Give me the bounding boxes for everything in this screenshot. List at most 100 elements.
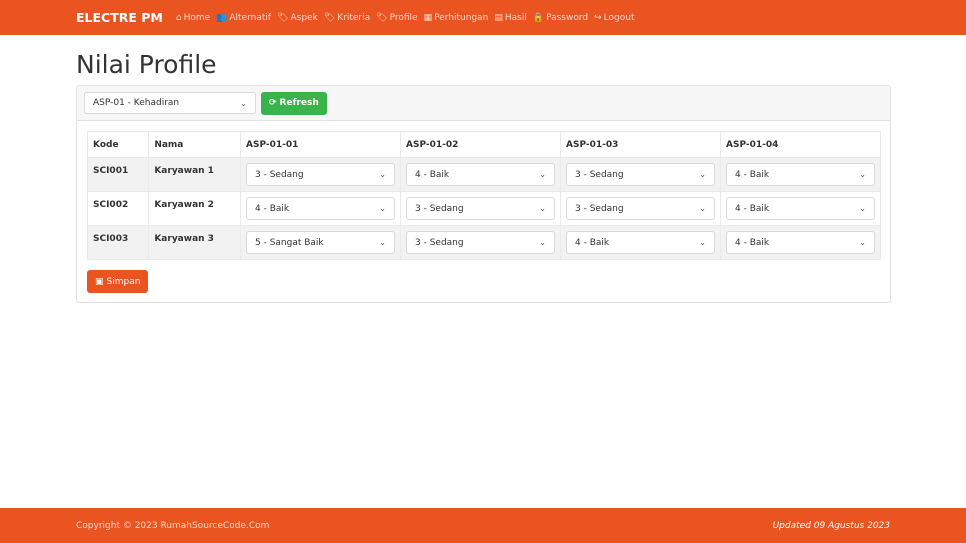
table-row: SCI002 Karyawan 2 4 - Baik ⌄ 3 - Sedang ⌄ … bbox=[86, 191, 881, 226]
save-icon: ▣ bbox=[95, 276, 104, 287]
column-header-asp-01-04: ASP-01-04 bbox=[720, 131, 881, 158]
value-select[interactable]: 4 - Baik ⌄ bbox=[406, 163, 555, 186]
row-kode: SCI001 bbox=[86, 157, 150, 192]
value-select[interactable]: 4 - Baik ⌄ bbox=[566, 231, 715, 254]
tags-icon: 🏷 bbox=[376, 12, 388, 23]
value-select[interactable]: 3 - Sedang ⌄ bbox=[246, 163, 395, 186]
tag-icon: 🏷 bbox=[277, 12, 289, 23]
value-cell: 4 - Baik ⌄ bbox=[720, 225, 881, 260]
value-select-text: 4 - Baik bbox=[735, 169, 770, 180]
tags-icon: 🏷 bbox=[323, 12, 336, 23]
value-cell: 4 - Baik ⌄ bbox=[720, 191, 881, 226]
nav-item-label: Perhitungan bbox=[434, 12, 489, 23]
value-select[interactable]: 4 - Baik ⌄ bbox=[726, 197, 875, 220]
copyright-text: Copyright © 2023 RumahSourceCode.Com bbox=[76, 520, 270, 531]
column-header-asp-01-03: ASP-01-03 bbox=[560, 131, 721, 158]
value-cell: 4 - Baik ⌄ bbox=[560, 225, 721, 260]
value-select[interactable]: 4 - Baik ⌄ bbox=[246, 197, 395, 220]
nav-item-home[interactable]: ⌂ Home bbox=[176, 13, 210, 23]
users-icon: 👥 bbox=[216, 12, 228, 23]
column-header-nama: Nama bbox=[148, 131, 241, 158]
value-cell: 3 - Sedang ⌄ bbox=[560, 191, 721, 226]
value-select-text: 4 - Baik bbox=[735, 237, 770, 248]
column-header-kode: Kode bbox=[86, 131, 150, 158]
save-label: Simpan bbox=[106, 276, 141, 287]
card-header: ASP-01 - Kehadiran ⌄ ⟳ Refresh bbox=[77, 86, 890, 121]
nav-item-hasil[interactable]: ▤ Hasil bbox=[494, 13, 527, 23]
row-kode: SCI002 bbox=[86, 191, 150, 226]
save-button[interactable]: ▣ Simpan bbox=[87, 270, 149, 293]
chevron-down-icon: ⌄ bbox=[859, 204, 866, 213]
chevron-down-icon: ⌄ bbox=[859, 238, 866, 247]
footer: Copyright © 2023 RumahSourceCode.Com Upd… bbox=[0, 508, 966, 543]
updated-text: Updated 09 Agustus 2023 bbox=[772, 520, 890, 531]
home-icon: ⌂ bbox=[175, 12, 182, 23]
chevron-down-icon: ⌄ bbox=[539, 238, 546, 247]
value-select-text: 5 - Sangat Baik bbox=[255, 237, 324, 248]
refresh-button[interactable]: ⟳ Refresh bbox=[261, 91, 327, 115]
value-cell: 3 - Sedang ⌄ bbox=[400, 225, 561, 260]
value-select[interactable]: 3 - Sedang ⌄ bbox=[566, 163, 715, 186]
nav-item-password[interactable]: 🔒 Password bbox=[533, 13, 588, 23]
chevron-down-icon: ⌄ bbox=[379, 170, 386, 179]
column-header-asp-01-02: ASP-01-02 bbox=[400, 131, 561, 158]
value-select-text: 3 - Sedang bbox=[415, 203, 464, 214]
value-select[interactable]: 4 - Baik ⌄ bbox=[726, 231, 875, 254]
value-select-text: 4 - Baik bbox=[575, 237, 610, 248]
value-select[interactable]: 3 - Sedang ⌄ bbox=[406, 231, 555, 254]
nav-item-kriteria[interactable]: 🏷 Kriteria bbox=[324, 13, 370, 23]
nav-item-alternatif[interactable]: 👥 Alternatif bbox=[216, 13, 271, 23]
value-cell: 5 - Sangat Baik ⌄ bbox=[240, 225, 401, 260]
page-title: Nilai Profile bbox=[76, 50, 217, 79]
row-kode: SCI003 bbox=[86, 225, 150, 260]
nav-item-label: Logout bbox=[603, 12, 635, 23]
nav-item-logout[interactable]: ↪ Logout bbox=[594, 13, 634, 23]
chevron-down-icon: ⌄ bbox=[859, 170, 866, 179]
value-select-text: 3 - Sedang bbox=[255, 169, 304, 180]
lock-icon: 🔒 bbox=[532, 12, 545, 23]
aspect-select-value: ASP-01 - Kehadiran bbox=[93, 98, 180, 108]
brand-title[interactable]: ELECTRE PM bbox=[76, 10, 163, 25]
value-select-text: 4 - Baik bbox=[415, 169, 450, 180]
value-select[interactable]: 3 - Sedang ⌄ bbox=[566, 197, 715, 220]
nav-item-label: Hasil bbox=[504, 12, 527, 23]
profile-card: ASP-01 - Kehadiran ⌄ ⟳ Refresh Kode Nama… bbox=[76, 85, 891, 303]
value-select[interactable]: 3 - Sedang ⌄ bbox=[406, 197, 555, 220]
calendar-icon: ▤ bbox=[494, 12, 503, 23]
calculator-icon: ▦ bbox=[423, 12, 433, 23]
nav-item-label: Password bbox=[546, 12, 589, 23]
value-select[interactable]: 5 - Sangat Baik ⌄ bbox=[246, 231, 395, 254]
table-header-row: Kode Nama ASP-01-01 ASP-01-02 ASP-01-03 … bbox=[86, 131, 881, 158]
nav-item-perhitungan[interactable]: ▦ Perhitungan bbox=[424, 13, 489, 23]
chevron-down-icon: ⌄ bbox=[699, 238, 706, 247]
chevron-down-icon: ⌄ bbox=[699, 204, 706, 213]
value-cell: 4 - Baik ⌄ bbox=[400, 157, 561, 192]
value-cell: 3 - Sedang ⌄ bbox=[240, 157, 401, 192]
chevron-down-icon: ⌄ bbox=[379, 204, 386, 213]
row-nama: Karyawan 1 bbox=[148, 157, 241, 192]
value-cell: 4 - Baik ⌄ bbox=[240, 191, 401, 226]
chevron-down-icon: ⌄ bbox=[379, 238, 386, 247]
table-row: SCI001 Karyawan 1 3 - Sedang ⌄ 4 - Baik ⌄ … bbox=[86, 157, 881, 192]
sign-out-icon: ↪ bbox=[594, 12, 602, 23]
value-select-text: 3 - Sedang bbox=[415, 237, 464, 248]
chevron-down-icon: ⌄ bbox=[240, 98, 247, 108]
value-select[interactable]: 4 - Baik ⌄ bbox=[726, 163, 875, 186]
nav-item-label: Home bbox=[183, 12, 211, 23]
nav-item-profile[interactable]: 🏷 Profile bbox=[376, 13, 417, 23]
table-row: SCI003 Karyawan 3 5 - Sangat Baik ⌄ 3 - S… bbox=[86, 225, 881, 260]
nav-item-aspek[interactable]: 🏷 Aspek bbox=[277, 13, 318, 23]
chevron-down-icon: ⌄ bbox=[539, 170, 546, 179]
nav-item-label: Aspek bbox=[290, 12, 318, 23]
value-select-text: 3 - Sedang bbox=[575, 203, 624, 214]
aspect-select[interactable]: ASP-01 - Kehadiran ⌄ bbox=[84, 92, 256, 114]
navbar: ELECTRE PM ⌂ Home 👥 Alternatif 🏷 Aspek 🏷 Kri… bbox=[0, 0, 966, 35]
value-select-text: 4 - Baik bbox=[255, 203, 290, 214]
nav-item-label: Profile bbox=[389, 12, 418, 23]
column-header-asp-01-01: ASP-01-01 bbox=[240, 131, 401, 158]
chevron-down-icon: ⌄ bbox=[699, 170, 706, 179]
value-cell: 3 - Sedang ⌄ bbox=[560, 157, 721, 192]
value-cell: 3 - Sedang ⌄ bbox=[400, 191, 561, 226]
row-nama: Karyawan 2 bbox=[148, 191, 241, 226]
value-cell: 4 - Baik ⌄ bbox=[720, 157, 881, 192]
